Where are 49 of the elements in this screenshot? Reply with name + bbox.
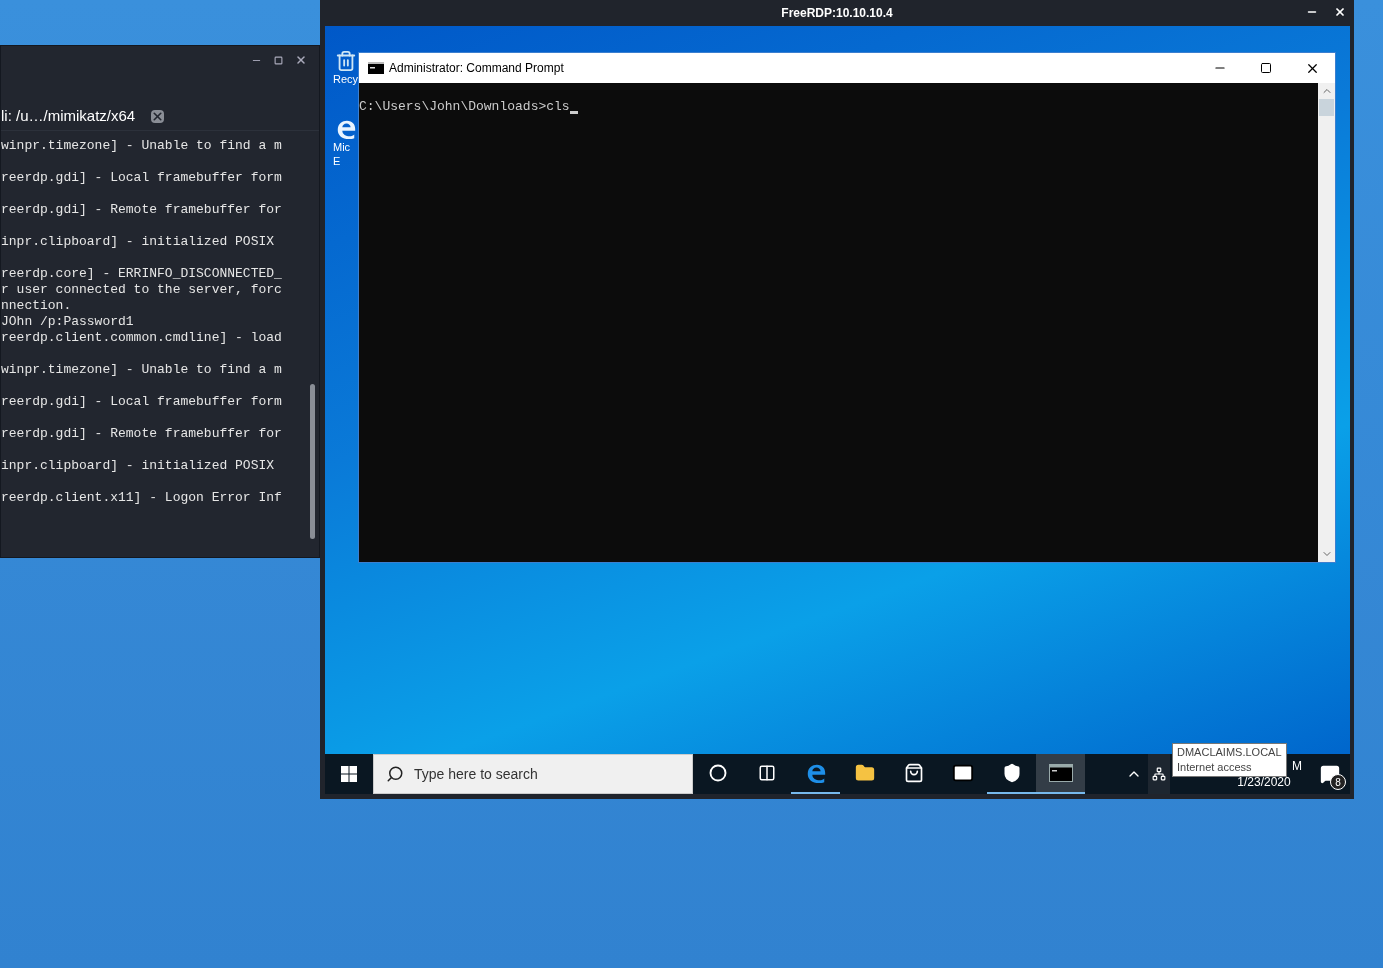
close-icon[interactable] [1334,6,1346,18]
maximize-icon[interactable] [274,55,283,65]
close-icon[interactable] [295,54,307,66]
terminal-line: winpr.timezone] - Unable to find a m [1,362,282,378]
scrollbar-thumb[interactable] [1319,99,1334,116]
search-field[interactable]: Type here to search [373,754,693,794]
terminal-line: reerdp.gdi] - Remote framebuffer for [1,202,282,218]
cursor [569,111,578,114]
tab-title[interactable]: li: /u…/mimikatz/x64 [1,105,136,128]
search-icon [386,765,404,783]
terminal-line: reerdp.gdi] - Remote framebuffer for [1,426,282,442]
clock-time[interactable]: M [1292,758,1302,774]
command-line: C:\Users\John\Downloads>cls [359,99,570,115]
bag-icon [903,763,924,783]
terminal-icon [368,62,384,74]
folder-icon [854,763,875,783]
icon-label: Recy [333,72,359,86]
terminal-line: reerdp.core] - ERRINFO_DISCONNECTED_ [1,266,282,282]
bin-icon[interactable] [335,50,357,72]
window-title: FreeRDP:10.10.10.4 [781,5,893,22]
scrollbar[interactable] [1318,83,1335,562]
terminal-line: inpr.clipboard] - initialized POSIX [1,458,275,474]
windows-icon [341,766,357,782]
tab-close-icon[interactable] [151,110,165,123]
terminal-line: r user connected to the server, forc [1,282,282,298]
terminal-line: inpr.clipboard] - initialized POSIX [1,234,275,250]
terminal-line: nnection. [1,298,72,314]
tooltip-line: Internet access [1177,760,1253,775]
terminal-line: reerdp.client.x11] - Logon Error Inf [1,490,282,506]
network-button[interactable] [1148,754,1170,794]
taskbar-app[interactable] [1036,754,1085,794]
window-title: Administrator: Command Prompt [389,60,564,77]
terminal-line: reerdp.client.common.cmdline] - load [1,330,282,346]
tooltip-line: DMACLAIMS.LOCAL [1177,745,1282,760]
terminal-line: JOhn /p:Password1 [1,314,134,330]
clock-date[interactable]: 1/23/2020 [1237,774,1291,790]
terminal-line: reerdp.gdi] - Local framebuffer form [1,394,282,410]
network-icon [1152,767,1166,781]
terminal-line: winpr.timezone] - Unable to find a m [1,138,282,154]
browser-icon[interactable] [335,118,357,140]
icon-label: E [333,154,341,168]
icon-label: Mic [333,140,351,154]
terminal-icon [1048,764,1073,782]
terminal-line: reerdp.gdi] - Local framebuffer form [1,170,282,186]
maximize-icon[interactable] [1260,62,1272,74]
notification-badge: 8 [1330,774,1346,790]
circle-icon [708,764,727,782]
scrollbar-thumb[interactable] [309,384,315,539]
task-view-icon [757,764,776,782]
